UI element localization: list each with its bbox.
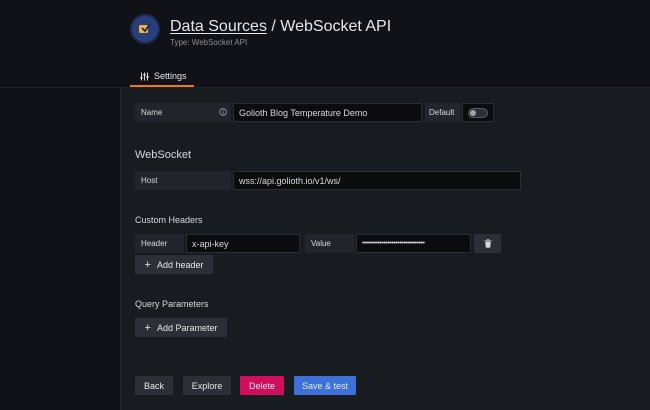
- header-key-label: Header: [135, 234, 184, 253]
- breadcrumb-data-sources-link[interactable]: Data Sources: [170, 18, 267, 35]
- add-header-button[interactable]: + Add header: [135, 255, 213, 274]
- header-value-input[interactable]: ••••••••••••••••••••••••••••••••: [356, 234, 471, 253]
- default-toggle[interactable]: [468, 107, 488, 118]
- custom-headers-title: Custom Headers: [135, 215, 203, 225]
- page-title: Data Sources / WebSocket API: [170, 18, 391, 36]
- tab-settings[interactable]: Settings: [130, 66, 194, 86]
- delete-button[interactable]: Delete: [240, 376, 284, 395]
- toggle-knob: [470, 109, 476, 116]
- host-input[interactable]: wss://api.golioth.io/v1/ws/: [233, 171, 521, 190]
- info-circle-icon[interactable]: [219, 108, 227, 118]
- query-parameters-title: Query Parameters: [135, 299, 209, 309]
- host-label: Host: [135, 171, 231, 190]
- sliders-icon: [140, 72, 149, 80]
- trash-icon: [484, 239, 491, 248]
- page-subtitle: Type: WebSocket API: [170, 38, 248, 47]
- default-label: Default: [425, 103, 461, 122]
- default-toggle-box[interactable]: [462, 103, 494, 122]
- add-parameter-label: Add Parameter: [156, 322, 218, 333]
- save-test-button[interactable]: Save & test: [294, 376, 356, 395]
- header-value-label: Value: [305, 234, 354, 253]
- delete-header-button[interactable]: [474, 234, 501, 253]
- websocket-section-title: WebSocket: [135, 149, 192, 161]
- datasource-logo-icon: [130, 14, 160, 44]
- datasource-name: WebSocket API: [280, 18, 392, 35]
- back-button[interactable]: Back: [135, 376, 173, 395]
- name-label: Name: [141, 108, 163, 117]
- add-header-label: Add header: [156, 259, 204, 270]
- name-label-box: Name: [135, 103, 231, 122]
- name-input[interactable]: Golioth Blog Temperature Demo: [233, 103, 422, 122]
- plus-icon: +: [144, 258, 151, 271]
- plus-icon: +: [144, 321, 151, 334]
- explore-button[interactable]: Explore: [183, 376, 231, 395]
- tab-settings-label: Settings: [154, 71, 187, 81]
- header-key-input[interactable]: x-api-key: [186, 234, 300, 253]
- breadcrumb-separator: /: [266, 18, 281, 35]
- add-parameter-button[interactable]: + Add Parameter: [135, 318, 227, 337]
